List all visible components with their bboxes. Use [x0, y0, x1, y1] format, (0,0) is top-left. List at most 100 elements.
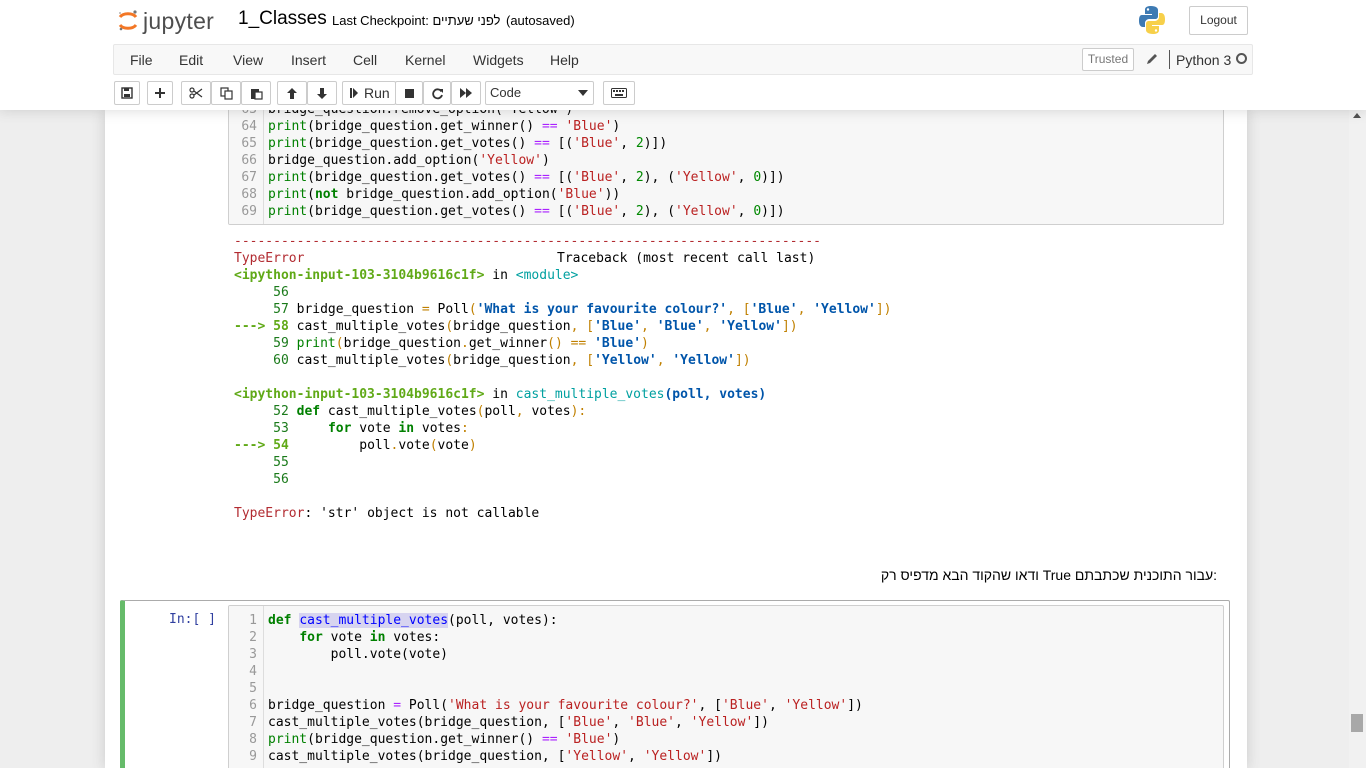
restart-button[interactable]: [423, 81, 451, 105]
line-number: 69: [241, 204, 257, 219]
jupyter-wordmark: jupyter: [143, 7, 215, 34]
line-number: 4: [249, 664, 257, 679]
plus-icon: [155, 88, 165, 98]
traceback-line: 56: [234, 472, 289, 487]
keyboard-icon: [611, 88, 627, 98]
paste-icon: [250, 88, 263, 100]
jupyter-logo-icon: [118, 10, 138, 31]
traceback-line: 56: [234, 285, 289, 300]
traceback-frame-2: <ipython-input-103-3104b9616c1f> in cast…: [234, 386, 766, 403]
paste-button[interactable]: [241, 81, 271, 105]
copy-button[interactable]: [211, 81, 241, 105]
frame-scope: <module>: [515, 268, 579, 283]
error-message: TypeError: 'str' object is not callable: [234, 505, 539, 522]
frame-in: in: [484, 268, 516, 283]
line-number: 68: [241, 187, 257, 202]
traceback-divider: ----------------------------------------…: [234, 234, 821, 249]
line-number: 3: [249, 647, 257, 662]
scroll-up-arrow-icon[interactable]: [1353, 113, 1361, 118]
stop-icon: [404, 88, 414, 98]
code-line: bridge_question.add_option('Yellow'): [268, 153, 550, 168]
line-number: 64: [241, 119, 257, 134]
trusted-badge[interactable]: Trusted: [1082, 48, 1134, 71]
restart-run-all-button[interactable]: [451, 81, 481, 105]
pencil-icon[interactable]: [1145, 52, 1159, 66]
menu-file[interactable]: File: [130, 52, 153, 68]
insert-cell-button[interactable]: [147, 81, 173, 105]
kernel-name[interactable]: Python 3: [1176, 52, 1231, 68]
menu-widgets[interactable]: Widgets: [473, 52, 524, 68]
frame-scope: cast_multiple_votes: [515, 387, 665, 402]
cut-button[interactable]: [181, 81, 211, 105]
error-type: TypeError: [234, 251, 305, 266]
move-down-button[interactable]: [307, 81, 337, 105]
traceback-header: TypeError Traceback (most recent call las…: [234, 250, 815, 267]
menu-kernel[interactable]: Kernel: [405, 52, 445, 68]
menu-cell[interactable]: Cell: [353, 52, 377, 68]
code-line: print(bridge_question.get_winner() == 'B…: [268, 119, 621, 134]
code-line: poll.vote(vote): [268, 647, 449, 662]
jupyter-logo[interactable]: jupyter: [117, 6, 214, 36]
logout-button[interactable]: Logout: [1189, 6, 1248, 35]
menu-insert[interactable]: Insert: [291, 52, 326, 68]
code-line: bridge_question = Poll('What is your fav…: [268, 698, 863, 713]
move-up-button[interactable]: [277, 81, 307, 105]
traceback-line: 59 print(bridge_question.get_winner() ==…: [234, 336, 649, 351]
code-cell-input-active[interactable]: 1 def cast_multiple_votes(poll, votes): 2 …: [228, 605, 1224, 768]
kernel-separator: [1169, 50, 1170, 69]
code-line: print(not bridge_question.add_option('Bl…: [268, 187, 621, 202]
chevron-down-icon: [578, 90, 588, 96]
frame-location: <ipython-input-103-3104b9616c1f>: [234, 268, 485, 283]
final-error-type: TypeError: [234, 506, 305, 521]
checkpoint-status: Last Checkpoint: לפני שעתיים: [332, 13, 501, 28]
code-line: bridge_question.remove_option('Yellow'): [268, 110, 573, 118]
line-number: 2: [249, 630, 257, 645]
autosave-status: (autosaved): [506, 13, 575, 28]
menu-view[interactable]: View: [233, 52, 263, 68]
traceback-line: 52 def cast_multiple_votes(poll, votes):: [234, 404, 587, 419]
line-number: 67: [241, 170, 257, 185]
traceback-line: 55: [234, 455, 289, 470]
run-button-label: Run: [364, 85, 390, 101]
traceback-line: ---> 58 cast_multiple_votes(bridge_quest…: [234, 319, 798, 334]
line-number: 9: [249, 749, 257, 764]
traceback-frame-1: <ipython-input-103-3104b9616c1f> in <mod…: [234, 267, 578, 284]
markdown-cell-text: ודאו שהקוד הבא מדפיס רק True עבור התוכני…: [880, 567, 1217, 583]
traceback-line: ---> 54 poll.vote(vote): [234, 438, 477, 453]
code-line: print(bridge_question.get_winner() == 'B…: [268, 732, 621, 747]
cell-type-select[interactable]: Code: [485, 81, 594, 105]
code-line: for vote in votes:: [299, 630, 441, 645]
restart-icon: [431, 87, 443, 99]
scissors-icon: [189, 87, 203, 99]
command-palette-button[interactable]: [603, 81, 635, 105]
frame-in: in: [484, 387, 516, 402]
menu-help[interactable]: Help: [550, 52, 579, 68]
kernel-idle-icon: [1236, 53, 1247, 64]
notebook-container: 63 bridge_question.remove_option('Yellow…: [105, 110, 1247, 768]
run-button[interactable]: Run: [342, 81, 396, 105]
interrupt-button[interactable]: [395, 81, 423, 105]
copy-icon: [219, 86, 233, 100]
line-number: 7: [249, 715, 257, 730]
traceback-line: 53 for vote in votes:: [234, 421, 469, 436]
line-number: 66: [241, 153, 257, 168]
traceback-line: 57 bridge_question = Poll('What is your …: [234, 302, 892, 317]
arrow-up-icon: [287, 87, 297, 99]
page-scrollbar[interactable]: [1349, 110, 1366, 768]
cell-type-value: Code: [490, 85, 522, 100]
code-line: def cast_multiple_votes(poll, votes):: [268, 613, 558, 628]
frame-args: (poll, votes): [664, 387, 767, 402]
line-number: 8: [249, 732, 257, 747]
scrollbar-thumb[interactable]: [1351, 714, 1363, 732]
code-line: print(bridge_question.get_votes() == [('…: [268, 136, 668, 151]
line-number: 63: [229, 110, 257, 118]
traceback-line: 60 cast_multiple_votes(bridge_question, …: [234, 353, 751, 368]
code-cell-input[interactable]: 63 bridge_question.remove_option('Yellow…: [228, 110, 1224, 225]
notebook-name[interactable]: 1_Classes: [238, 8, 327, 30]
menu-edit[interactable]: Edit: [179, 52, 203, 68]
code-line: cast_multiple_votes(bridge_question, ['Y…: [268, 749, 722, 764]
line-number: 65: [241, 136, 257, 151]
save-icon: [121, 87, 133, 99]
line-number: 5: [249, 681, 257, 696]
save-button[interactable]: [114, 81, 140, 105]
